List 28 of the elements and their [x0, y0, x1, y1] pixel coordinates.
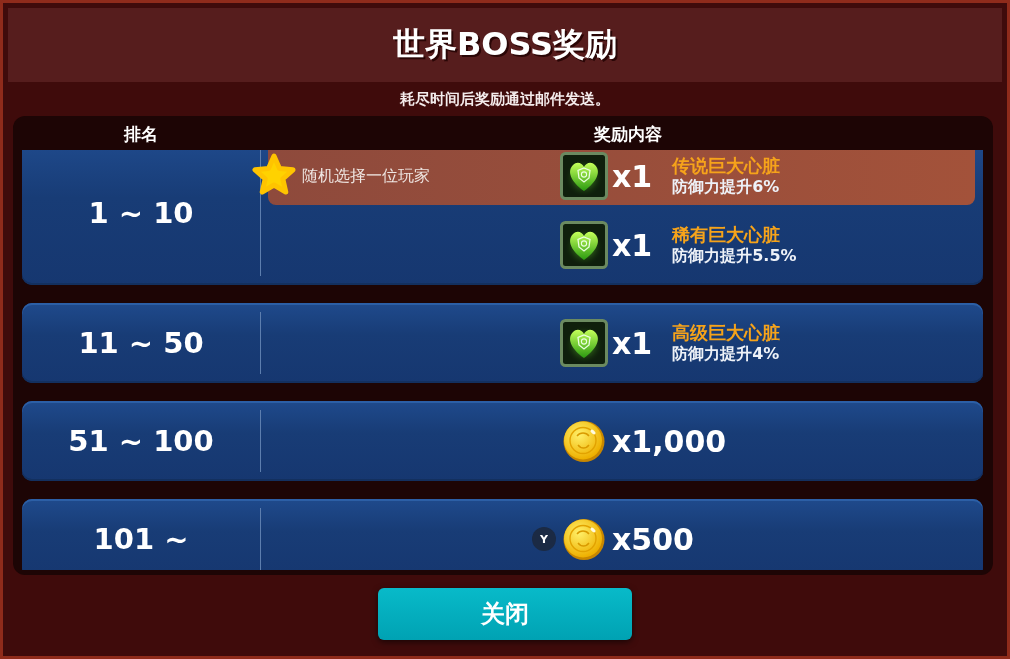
heart-gem-icon	[560, 152, 608, 200]
coin-icon	[562, 419, 606, 463]
reward-effect: 防御力提升5.5%	[672, 246, 798, 266]
column-header: 奖励内容	[593, 123, 662, 144]
reward-name: 高级巨大心脏	[672, 322, 782, 344]
column-header: 排名	[124, 123, 158, 144]
reward-effect: 防御力提升4%	[672, 344, 781, 364]
reward-name: 传说巨大心脏	[672, 155, 782, 177]
reward-note: 随机选择一位玩家	[302, 165, 430, 187]
reward-quantity: x1	[612, 158, 653, 194]
heart-gem-icon	[560, 319, 608, 367]
rank-range: 101 ~	[93, 522, 189, 556]
reward-quantity: x1,000	[612, 423, 727, 459]
star-icon	[250, 152, 298, 198]
window-title: 世界BOSS奖励	[392, 24, 618, 65]
rank-range: 11 ~ 50	[78, 326, 204, 360]
reward-effect: 防御力提升6%	[672, 177, 781, 197]
reward-quantity: x500	[612, 521, 694, 557]
coin-icon	[562, 517, 606, 561]
subtitle-text: 耗尽时间后奖励通过邮件发送。	[400, 89, 610, 109]
close-button[interactable]: 关闭	[378, 588, 632, 640]
key-hint: Y	[532, 527, 556, 551]
rank-range: 51 ~ 100	[68, 424, 214, 458]
reward-quantity: x1	[612, 227, 653, 263]
rank-range: 1 ~ 10	[88, 195, 194, 230]
reward-quantity: x1	[612, 325, 653, 361]
heart-gem-icon	[560, 221, 608, 269]
reward-name: 稀有巨大心脏	[672, 224, 782, 246]
